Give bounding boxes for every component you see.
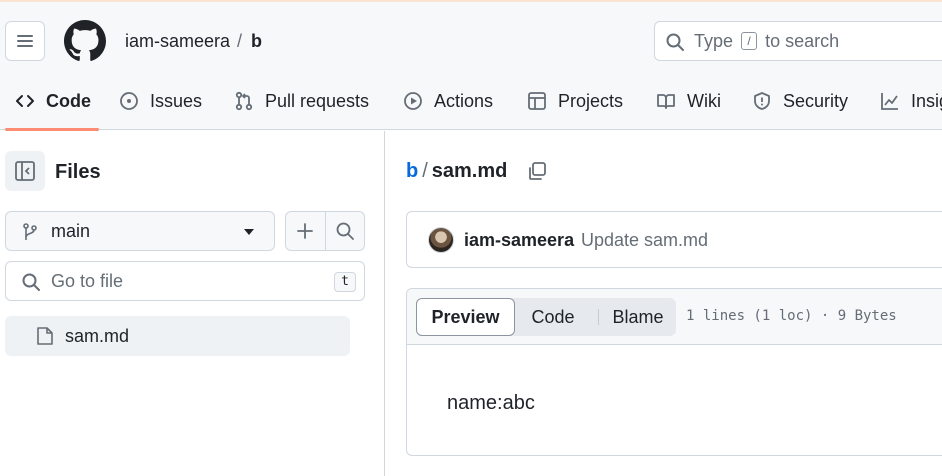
search-placeholder: Type / to search xyxy=(694,31,840,51)
latest-commit-box: iam-sameera Update sam.md xyxy=(406,211,942,268)
tab-pull-requests[interactable]: Pull requests xyxy=(234,90,369,112)
commit-author-link[interactable]: iam-sameera xyxy=(464,229,574,251)
file-content: name:abc xyxy=(447,392,535,414)
repo-header: iam-sameera / b Type / to search Code Is… xyxy=(0,2,942,131)
shield-icon xyxy=(754,92,770,110)
hamburger-icon xyxy=(17,35,33,47)
repo-separator: / xyxy=(237,31,243,51)
files-title: Files xyxy=(55,161,101,183)
branch-selector[interactable]: main xyxy=(5,211,275,251)
code-view-button[interactable]: Code xyxy=(522,298,584,336)
avatar[interactable] xyxy=(428,227,454,253)
graph-icon xyxy=(881,93,898,110)
tab-code[interactable]: Code xyxy=(15,90,91,112)
issue-icon xyxy=(120,92,138,110)
search-files-button[interactable] xyxy=(335,221,355,241)
breadcrumb-separator: / xyxy=(422,160,428,182)
blame-button[interactable]: Blame xyxy=(604,298,672,336)
search-shortcut-key: / xyxy=(741,32,758,50)
search-icon xyxy=(22,273,40,291)
go-to-file-input[interactable]: Go to file t xyxy=(5,261,365,301)
chevron-down-icon xyxy=(244,229,254,235)
file-breadcrumb: b / sam.md xyxy=(406,159,507,183)
breadcrumb-file-name: sam.md xyxy=(431,160,508,182)
pull-request-icon xyxy=(235,91,253,111)
file-icon xyxy=(37,327,53,345)
book-icon xyxy=(657,94,675,109)
shortcut-key-badge: t xyxy=(334,272,356,292)
file-viewer-header: Preview Code Blame 1 lines (1 loc) · 9 B… xyxy=(407,289,942,345)
copy-path-icon[interactable] xyxy=(526,160,548,182)
tab-actions[interactable]: Actions xyxy=(403,90,493,112)
preview-button[interactable]: Preview xyxy=(416,298,515,336)
tab-label: Projects xyxy=(558,90,624,111)
tab-wiki[interactable]: Wiki xyxy=(656,90,721,112)
sidebar-collapse-icon xyxy=(15,161,35,181)
add-file-button[interactable] xyxy=(295,221,315,241)
view-mode-toggle: Preview Code Blame xyxy=(416,298,676,336)
collapse-sidebar-button[interactable] xyxy=(5,151,45,191)
tab-projects[interactable]: Projects xyxy=(527,90,623,112)
play-icon xyxy=(404,92,422,110)
branch-name: main xyxy=(51,221,91,241)
tab-security[interactable]: Security xyxy=(752,90,848,112)
tab-issues[interactable]: Issues xyxy=(119,90,202,112)
file-info: 1 lines (1 loc) · 9 Bytes xyxy=(686,308,897,324)
tab-label: Actions xyxy=(434,90,494,111)
menu-button[interactable] xyxy=(5,21,45,61)
tab-label: Insights xyxy=(911,90,942,111)
tab-label: Security xyxy=(783,90,849,111)
breadcrumb-repo-link[interactable]: b xyxy=(406,160,418,182)
code-icon xyxy=(16,95,34,107)
tab-label: Pull requests xyxy=(265,90,370,111)
tab-label: Code xyxy=(46,90,91,111)
button-divider xyxy=(325,212,326,250)
file-tree-panel: Files main Go to file t sam.md xyxy=(0,131,385,476)
table-icon xyxy=(528,92,546,110)
repo-owner-link[interactable]: iam-sameera xyxy=(125,30,230,52)
search-input[interactable]: Type / to search xyxy=(654,21,942,61)
repo-name-link[interactable]: b xyxy=(251,30,262,52)
tab-insights[interactable]: Insights xyxy=(880,90,942,112)
file-viewer: Preview Code Blame 1 lines (1 loc) · 9 B… xyxy=(406,288,942,456)
branch-icon xyxy=(23,223,37,240)
file-actions-group xyxy=(285,211,365,251)
file-tree-item-label: sam.md xyxy=(65,326,130,346)
search-icon xyxy=(666,33,684,51)
github-logo-icon[interactable] xyxy=(64,20,106,62)
commit-message-link[interactable]: Update sam.md xyxy=(581,229,708,251)
tab-label: Issues xyxy=(150,90,203,111)
go-to-file-placeholder: Go to file xyxy=(51,271,124,291)
file-tree-item[interactable]: sam.md xyxy=(5,316,350,356)
toggle-divider xyxy=(598,309,599,325)
tab-label: Wiki xyxy=(687,90,721,111)
